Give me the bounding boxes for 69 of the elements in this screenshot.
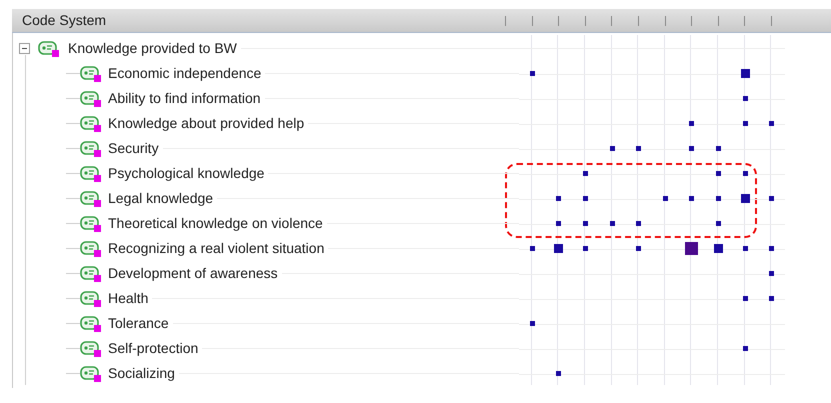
code-frequency-marker xyxy=(583,196,588,201)
code-frequency-marker xyxy=(716,196,722,201)
code-frequency-marker xyxy=(742,121,748,126)
code-frequency-marker xyxy=(636,246,642,251)
code-frequency-marker xyxy=(769,196,774,201)
code-frequency-marker xyxy=(556,221,562,226)
code-frequency-marker xyxy=(716,171,722,176)
tree-item[interactable]: Economic independence xyxy=(108,63,262,84)
code-frequency-marker xyxy=(610,221,615,226)
code-frequency-marker xyxy=(742,96,748,101)
tree-item[interactable]: Socializing xyxy=(108,363,175,384)
tree-item[interactable]: Legal knowledge xyxy=(108,188,214,209)
code-frequency-marker xyxy=(556,371,562,376)
code-icon xyxy=(80,315,102,332)
tree-item[interactable]: Knowledge provided to BW xyxy=(68,38,237,59)
tree-item[interactable]: Development of awareness xyxy=(108,263,278,284)
code-frequency-marker xyxy=(556,196,562,201)
code-frequency-marker xyxy=(530,246,535,251)
code-frequency-marker xyxy=(769,271,774,276)
code-frequency-marker xyxy=(769,296,774,301)
code-frequency-marker xyxy=(662,196,668,201)
code-icon xyxy=(80,140,102,157)
tree-item[interactable]: Health xyxy=(108,288,148,309)
code-frequency-marker xyxy=(636,221,642,226)
column-header: Code System xyxy=(21,11,108,30)
code-frequency-marker xyxy=(583,171,588,176)
code-frequency-marker xyxy=(689,121,694,126)
code-frequency-marker xyxy=(742,346,748,351)
code-frequency-marker xyxy=(636,146,642,151)
tree-item[interactable]: Knowledge about provided help xyxy=(108,113,304,134)
code-icon xyxy=(80,340,102,357)
code-frequency-marker xyxy=(610,146,615,151)
code-frequency-marker xyxy=(716,221,722,226)
code-icon xyxy=(80,215,102,232)
code-frequency-marker xyxy=(530,321,535,326)
code-frequency-marker xyxy=(716,146,722,151)
tree-item[interactable]: Psychological knowledge xyxy=(108,163,264,184)
code-icon xyxy=(80,240,102,257)
code-frequency-marker xyxy=(742,246,748,251)
code-frequency-marker xyxy=(742,296,748,301)
code-icon xyxy=(80,365,102,382)
code-icon xyxy=(80,165,102,182)
code-frequency-marker xyxy=(714,244,724,253)
code-icon xyxy=(80,65,102,82)
tree-item[interactable]: Self-protection xyxy=(108,338,198,359)
tree-item[interactable]: Recognizing a real violent situation xyxy=(108,238,324,259)
code-frequency-marker xyxy=(742,171,748,176)
code-icon xyxy=(80,265,102,282)
code-frequency-marker xyxy=(740,69,750,78)
code-frequency-marker xyxy=(769,121,774,126)
code-frequency-marker xyxy=(554,244,564,253)
code-frequency-marker xyxy=(740,194,750,203)
code-frequency-marker xyxy=(769,246,774,251)
code-frequency-marker xyxy=(689,146,694,151)
tree-item[interactable]: Ability to find information xyxy=(108,88,261,109)
tree-item[interactable]: Tolerance xyxy=(108,313,169,334)
code-icon xyxy=(80,190,102,207)
code-frequency-marker xyxy=(530,71,535,76)
code-icon xyxy=(38,40,60,57)
code-icon xyxy=(80,115,102,132)
collapse-toggle[interactable] xyxy=(19,43,30,54)
code-frequency-marker xyxy=(583,246,588,251)
code-icon xyxy=(80,90,102,107)
tree-item[interactable]: Security xyxy=(108,138,159,159)
code-icon xyxy=(80,290,102,307)
tree-item[interactable]: Theoretical knowledge on violence xyxy=(108,213,323,234)
code-frequency-marker xyxy=(685,242,698,255)
code-frequency-marker xyxy=(583,221,588,226)
code-frequency-marker xyxy=(689,196,694,201)
